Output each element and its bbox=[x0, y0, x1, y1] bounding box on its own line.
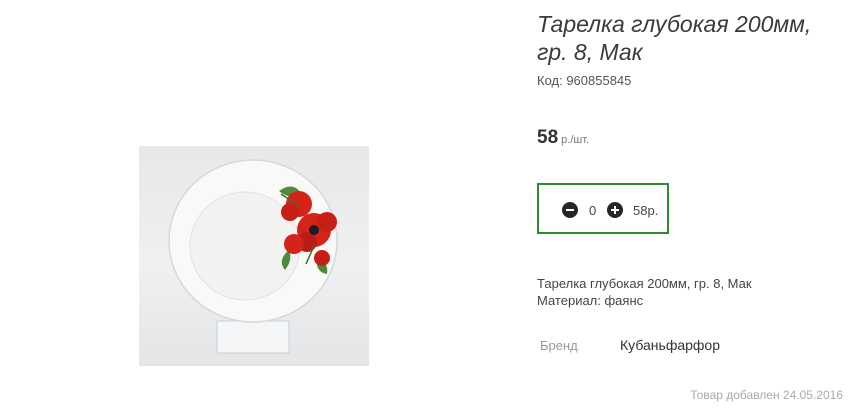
increase-quantity-button[interactable] bbox=[607, 202, 623, 218]
product-description: Тарелка глубокая 200мм, гр. 8, Мак Матер… bbox=[537, 275, 752, 309]
price-unit: р./шт. bbox=[561, 134, 590, 146]
minus-icon bbox=[566, 209, 574, 211]
added-date: Товар добавлен 24.05.2016 bbox=[690, 388, 843, 402]
decrease-quantity-button[interactable] bbox=[562, 202, 578, 218]
product-title: Тарелка глубокая 200мм, гр. 8, Мак bbox=[537, 11, 812, 65]
product-price: 58 р./шт. bbox=[537, 127, 589, 149]
price-value: 58 bbox=[537, 127, 559, 148]
quantity-total: 58р. bbox=[633, 203, 659, 218]
product-image[interactable] bbox=[139, 146, 369, 366]
brand-value[interactable]: Кубаньфарфор bbox=[620, 337, 720, 353]
plate-with-poppies-icon bbox=[168, 159, 338, 354]
plus-icon-vertical bbox=[614, 206, 616, 214]
product-code: Код: 960855845 bbox=[537, 73, 632, 88]
quantity-value[interactable]: 0 bbox=[589, 203, 596, 218]
description-material: Материал: фаянс bbox=[537, 293, 644, 308]
brand-label: Бренд bbox=[540, 338, 578, 353]
quantity-stepper: 0 58р. bbox=[537, 183, 669, 234]
description-line: Тарелка глубокая 200мм, гр. 8, Мак bbox=[537, 276, 752, 291]
